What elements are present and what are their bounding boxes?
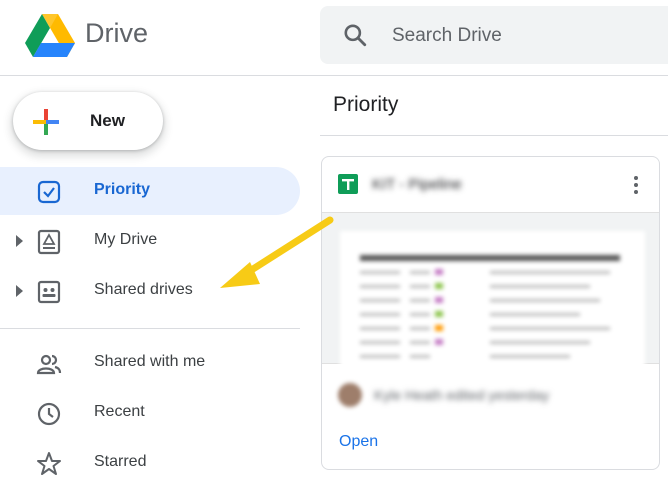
clock-icon (37, 402, 61, 426)
shared-drives-icon (37, 280, 61, 304)
section-title: Priority (333, 93, 399, 116)
open-button[interactable]: Open (339, 433, 378, 451)
new-button-label: New (90, 111, 125, 130)
search-input[interactable] (390, 20, 654, 52)
header-divider (0, 75, 668, 76)
my-drive-icon (37, 229, 61, 255)
spreadsheet-thumbnail (340, 231, 645, 371)
plus-icon (33, 109, 59, 135)
avatar (338, 383, 362, 407)
sidebar-item-label: My Drive (94, 231, 158, 248)
sidebar-item-label: Recent (94, 403, 145, 420)
annotation-arrow-icon (220, 216, 334, 288)
search-icon[interactable] (342, 22, 368, 48)
more-vert-icon[interactable] (626, 174, 646, 196)
people-icon (36, 354, 62, 375)
priority-check-icon (37, 180, 61, 204)
section-divider (320, 135, 668, 136)
sidebar-item-label: Shared with me (94, 353, 206, 370)
star-icon (37, 452, 61, 475)
file-title[interactable]: KIT - Pipeline (372, 176, 462, 193)
file-preview[interactable] (322, 212, 659, 371)
sidebar-divider (0, 328, 300, 329)
sheets-icon (338, 174, 358, 194)
sidebar-item-label: Starred (94, 453, 147, 470)
file-card[interactable]: KIT - Pipeline Kyle Heath edited yesterd… (321, 156, 660, 470)
sidebar-item-label: Priority (94, 181, 151, 198)
activity-text: Kyle Heath edited yesterday (374, 387, 550, 403)
sidebar-item-label: Shared drives (94, 281, 193, 298)
app-title[interactable]: Drive (85, 18, 148, 49)
expand-caret-icon[interactable] (16, 235, 23, 247)
search-bar[interactable] (320, 6, 668, 64)
drive-logo-icon[interactable] (25, 14, 75, 58)
expand-caret-icon[interactable] (16, 285, 23, 297)
new-button[interactable]: New (13, 92, 163, 150)
sidebar-item-recent[interactable]: Recent (0, 389, 300, 437)
sidebar-item-shared-with-me[interactable]: Shared with me (0, 339, 300, 387)
